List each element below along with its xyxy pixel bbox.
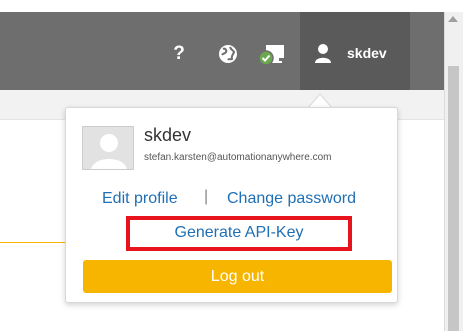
logout-button[interactable]: Log out [83,260,392,293]
monitor-status-icon[interactable] [258,43,286,67]
edit-profile-link[interactable]: Edit profile [102,190,178,208]
help-icon[interactable]: ? [170,43,188,64]
accent-divider-line [0,242,72,243]
window-top-strip [0,0,463,12]
avatar [82,126,134,170]
header-username[interactable]: skdev [347,45,387,61]
profile-email: stefan.karsten@automationanywhere.com [144,152,332,163]
scroll-up-arrow-icon[interactable] [448,16,458,22]
generate-api-key-link[interactable]: Generate API-Key [133,224,345,242]
scrollbar-thumb[interactable] [448,66,459,331]
user-icon[interactable] [314,43,332,63]
profile-name: skdev [144,125,192,145]
link-separator: | [204,188,209,205]
change-password-link[interactable]: Change password [227,190,356,208]
globe-icon[interactable] [218,44,238,64]
